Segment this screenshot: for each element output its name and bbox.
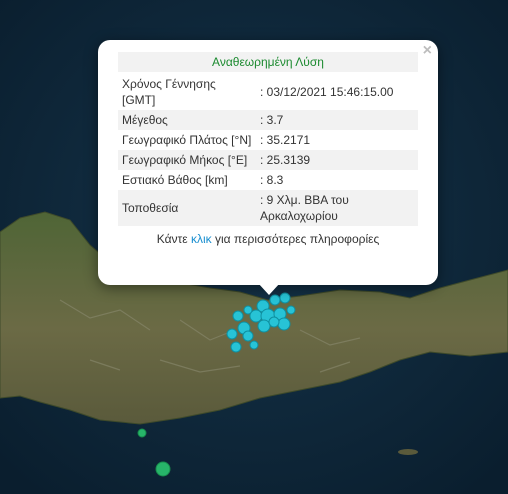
earthquake-info-popup: × Αναθεωρημένη Λύση Χρόνος Γέννησης [GMT… (98, 40, 438, 285)
popup-content: Αναθεωρημένη Λύση Χρόνος Γέννησης [GMT] … (118, 52, 418, 246)
detail-value: : 03/12/2021 15:46:15.00 (260, 85, 394, 99)
quake-marker[interactable] (249, 340, 259, 350)
quake-marker[interactable] (279, 292, 291, 304)
quake-marker[interactable] (232, 310, 244, 322)
detail-row-origin-time: Χρόνος Γέννησης [GMT] : 03/12/2021 15:46… (118, 74, 418, 110)
quake-marker[interactable] (277, 317, 291, 331)
small-island (398, 449, 418, 455)
detail-value: : 35.2171 (260, 133, 311, 147)
detail-value: : 3.7 (256, 110, 418, 130)
quake-marker[interactable] (242, 330, 254, 342)
detail-label: Χρόνος Γέννησης [GMT] (122, 77, 216, 107)
detail-row-longitude: Γεωγραφικό Μήκος [°E] : 25.3139 (118, 150, 418, 170)
offshore-quake-marker[interactable] (137, 428, 147, 438)
more-info-suffix: για περισσότερες πληροφορίες (211, 232, 380, 246)
more-info-text: Κάντε κλικ για περισσότερες πληροφορίες (118, 232, 418, 246)
detail-row-depth: Εστιακό Βάθος [km] : 8.3 (118, 170, 418, 190)
quake-marker[interactable] (286, 305, 296, 315)
event-details-table: Χρόνος Γέννησης [GMT] : 03/12/2021 15:46… (118, 74, 418, 226)
detail-label: Γεωγραφικό Μήκος [°E] (118, 150, 256, 170)
quake-marker[interactable] (269, 294, 281, 306)
popup-title: Αναθεωρημένη Λύση (118, 52, 418, 72)
quake-marker[interactable] (230, 341, 242, 353)
detail-value: : 9 Χλμ. ΒΒΑ του Αρκαλοχωρίου (256, 190, 418, 226)
detail-row-location: Τοποθεσία : 9 Χλμ. ΒΒΑ του Αρκαλοχωρίου (118, 190, 418, 226)
more-info-prefix: Κάντε (156, 232, 191, 246)
detail-row-magnitude: Μέγεθος : 3.7 (118, 110, 418, 130)
quake-marker[interactable] (268, 316, 280, 328)
quake-marker[interactable] (257, 319, 271, 333)
detail-row-latitude: Γεωγραφικό Πλάτος [°N] : 35.2171 (118, 130, 418, 150)
detail-value: : 8.3 (260, 173, 284, 187)
detail-label: Γεωγραφικό Πλάτος [°N] (122, 133, 252, 147)
quake-marker[interactable] (243, 305, 253, 315)
detail-label: Εστιακό Βάθος [km] (122, 173, 228, 187)
detail-label: Μέγεθος (118, 110, 256, 130)
offshore-quake-marker[interactable] (155, 461, 171, 477)
detail-label: Τοποθεσία (118, 190, 256, 226)
detail-value: : 25.3139 (256, 150, 418, 170)
close-icon[interactable]: × (423, 42, 432, 60)
quake-marker[interactable] (226, 328, 238, 340)
more-info-link[interactable]: κλικ (191, 232, 212, 246)
popup-pointer (258, 283, 280, 295)
